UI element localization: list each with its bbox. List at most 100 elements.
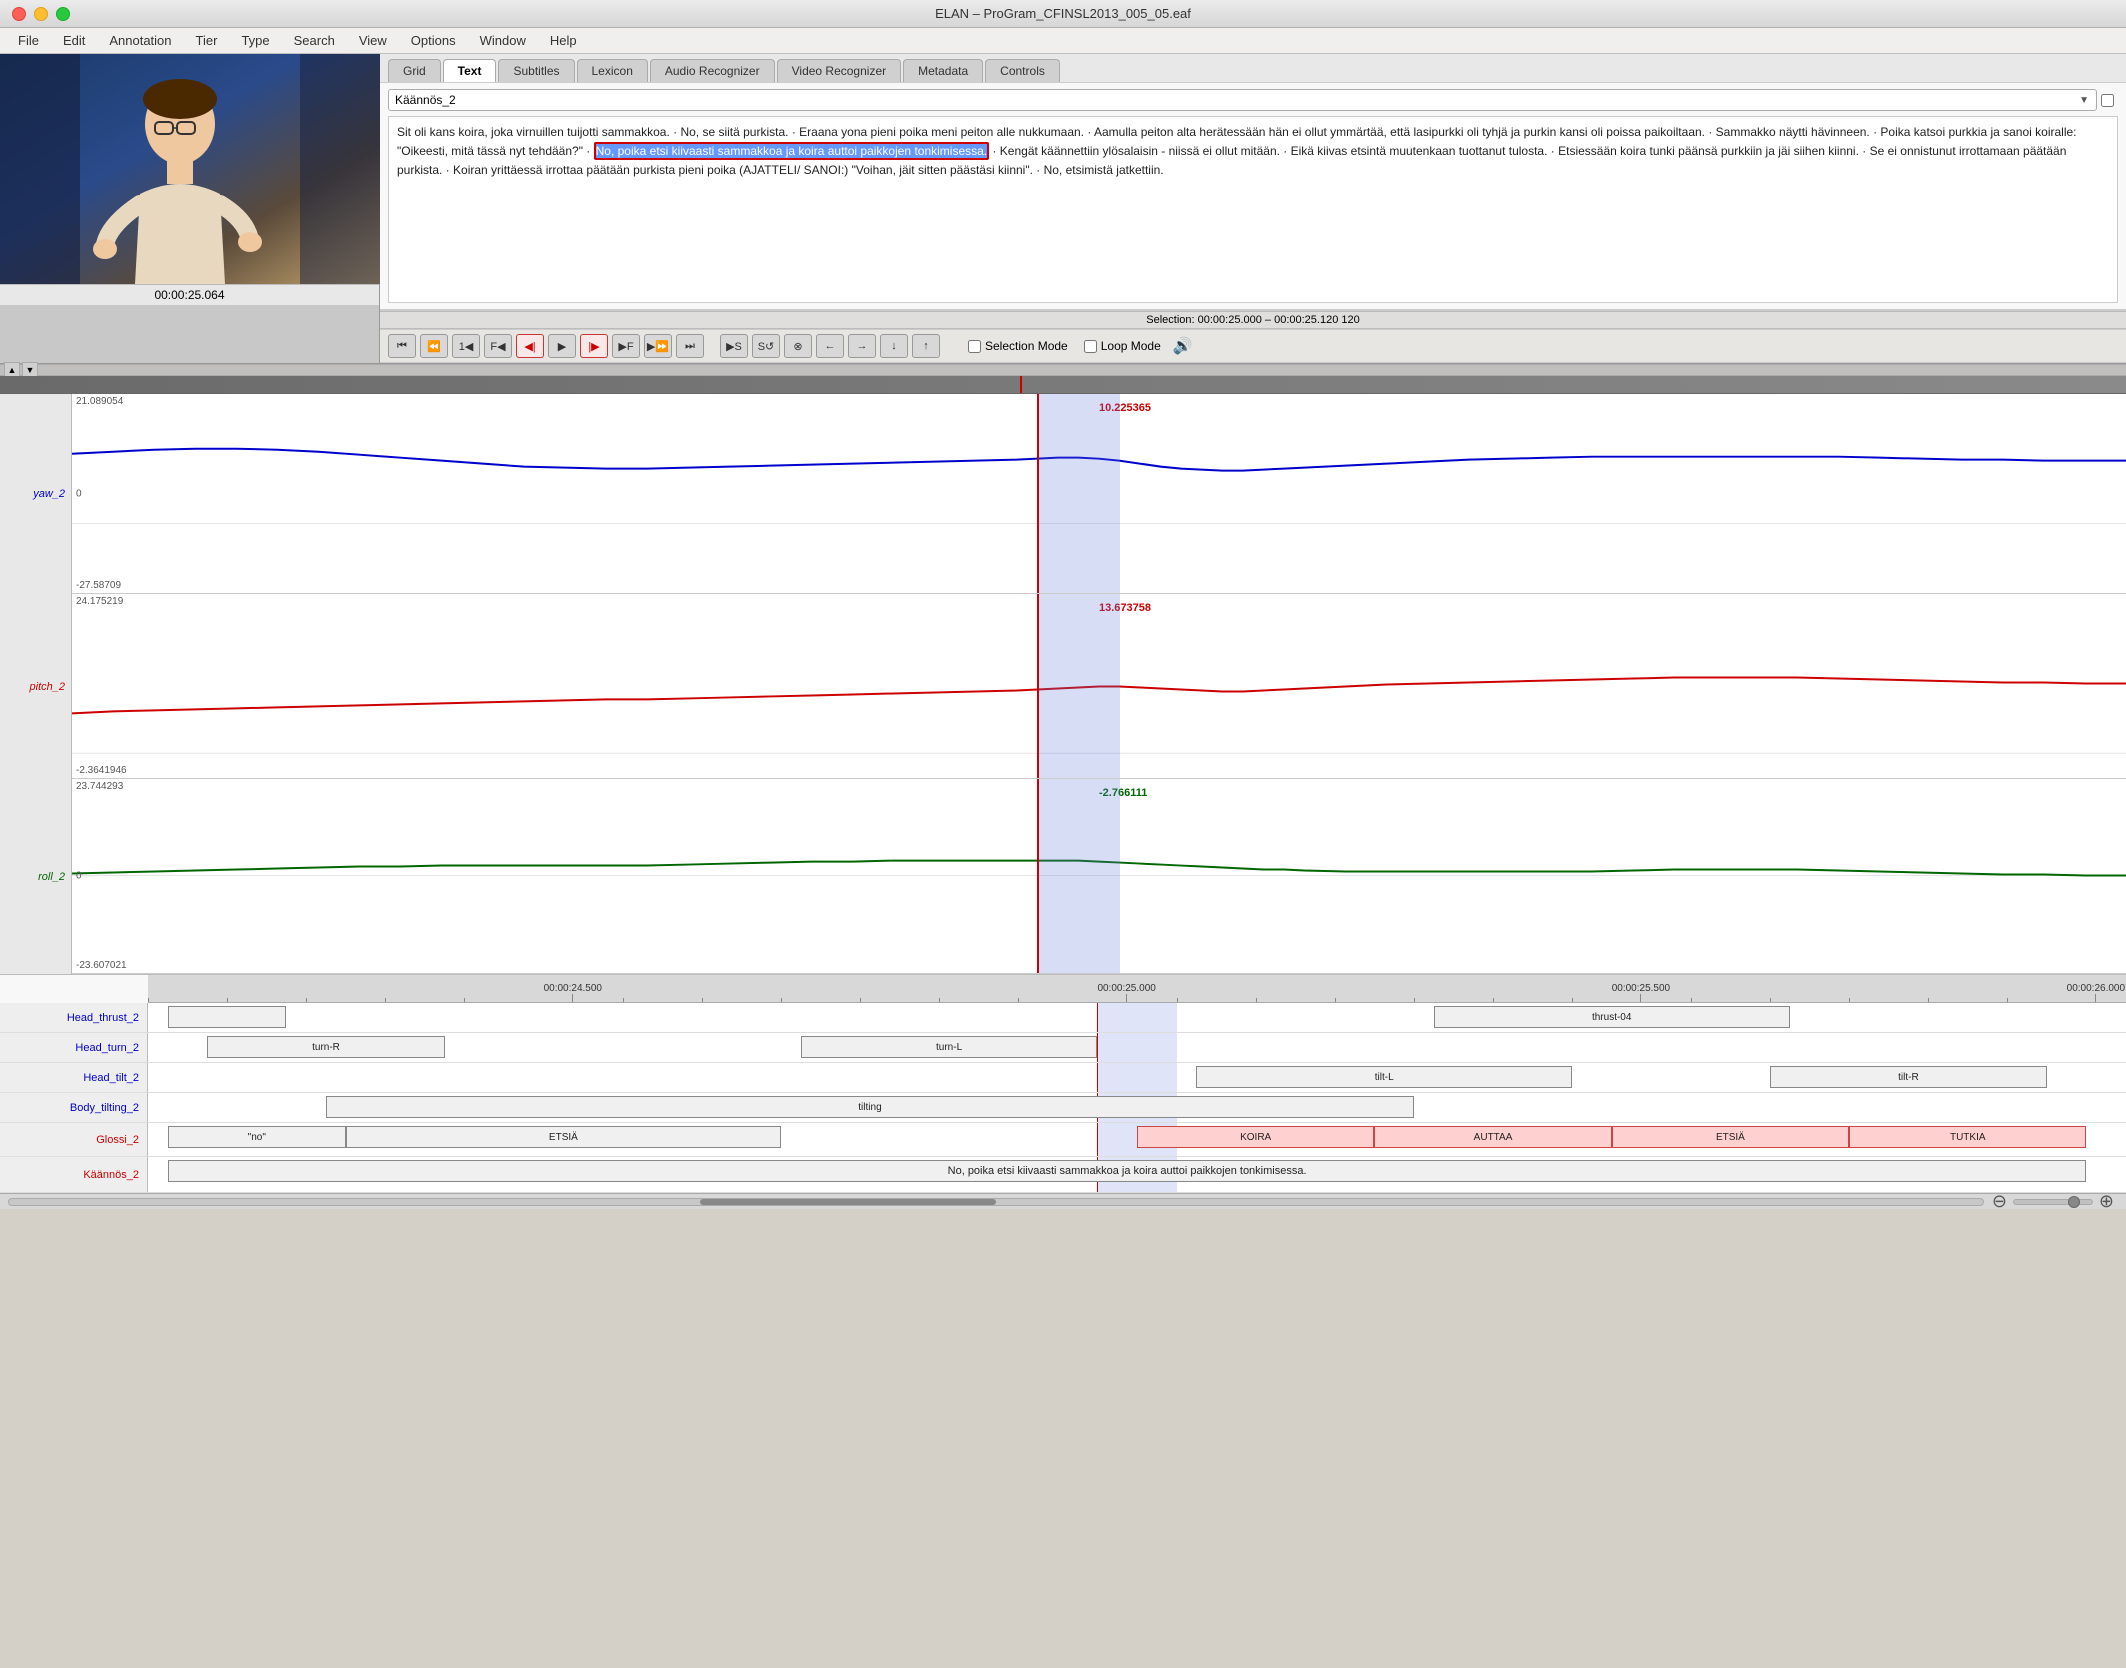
track-content-glossi: "no" ETSIÄ KOIRA AUTTAA ETSIÄ TUTKIA: [148, 1123, 2126, 1156]
menu-item-type[interactable]: Type: [231, 31, 279, 50]
goto-start-button[interactable]: ⏮: [388, 334, 416, 358]
track-label-kaannos: Käännös_2: [0, 1157, 148, 1192]
close-button[interactable]: [12, 7, 26, 21]
menu-item-view[interactable]: View: [349, 31, 397, 50]
track-head-tilt: Head_tilt_2 tilt-L tilt-R: [0, 1063, 2126, 1093]
menu-item-annotation[interactable]: Annotation: [99, 31, 181, 50]
tab-metadata[interactable]: Metadata: [903, 59, 983, 82]
loop-mode-checkbox[interactable]: [1084, 340, 1097, 353]
tick-small-5: [464, 998, 465, 1002]
segment-tilt-l[interactable]: tilt-L: [1196, 1066, 1572, 1088]
arrow-up-button[interactable]: ↑: [912, 334, 940, 358]
menu-item-edit[interactable]: Edit: [53, 31, 95, 50]
play-selection-button[interactable]: ▶S: [720, 334, 748, 358]
tick-small-15: [1414, 998, 1415, 1002]
zoom-slider-thumb[interactable]: [2068, 1196, 2080, 1208]
yaw-mid: 0: [76, 488, 82, 499]
segment-tilting[interactable]: tilting: [326, 1096, 1414, 1118]
segment-thrust-04[interactable]: thrust-04: [1434, 1006, 1790, 1028]
segment-head-thrust-1[interactable]: [168, 1006, 287, 1028]
zoom-slider-track[interactable]: [2013, 1199, 2093, 1205]
tab-lexicon[interactable]: Lexicon: [577, 59, 648, 82]
pitch-svg: [72, 594, 2126, 778]
zoom-out-icon[interactable]: ⊖: [1992, 1191, 2007, 1209]
scroll-thumb[interactable]: [700, 1199, 996, 1205]
play-selection-loop-button[interactable]: S↺: [752, 334, 780, 358]
tab-text[interactable]: Text: [443, 59, 497, 82]
tick-label-25000: 00:00:25.000: [1097, 983, 1155, 994]
transport-controls[interactable]: ⏮⏪1◀F◀◀|▶|▶▶F▶⏩⏭ ▶SS↺⊗←→↓↑ Selection Mode…: [380, 329, 2126, 363]
pitch-max: 24.175219: [76, 596, 123, 607]
loop-mode-label[interactable]: Loop Mode: [1084, 339, 1161, 353]
bottom-scrollbar[interactable]: ⊖ ⊕: [0, 1193, 2126, 1209]
timeline-ruler-top: [0, 376, 2126, 394]
tick-small-13: [1256, 998, 1257, 1002]
tier-dropdown[interactable]: Käännös_2Glossi_2Head_thrust_2Head_turn_…: [388, 89, 2097, 111]
menu-item-help[interactable]: Help: [540, 31, 587, 50]
arrow-left-button[interactable]: ←: [816, 334, 844, 358]
goto-end-button[interactable]: ⏭: [676, 334, 704, 358]
menu-item-file[interactable]: File: [8, 31, 49, 50]
tick-24500: 00:00:24.500: [544, 983, 602, 1002]
next-annotation-button[interactable]: ▶⏩: [644, 334, 672, 358]
selection-mode-label[interactable]: Selection Mode: [968, 339, 1068, 353]
segment-tutkia[interactable]: TUTKIA: [1849, 1126, 2086, 1148]
menu-item-options[interactable]: Options: [401, 31, 466, 50]
minimize-button[interactable]: [34, 7, 48, 21]
segment-kaannos-text[interactable]: No, poika etsi kiivaasti sammakkoa ja ko…: [168, 1160, 2087, 1182]
tab-video-recognizer[interactable]: Video Recognizer: [777, 59, 902, 82]
zoom-controls: ⊖ ⊕: [1992, 1191, 2114, 1209]
fwd-frame-button[interactable]: |▶: [580, 334, 608, 358]
maximize-button[interactable]: [56, 7, 70, 21]
scroll-track[interactable]: [8, 1198, 1984, 1206]
segment-etsia-2[interactable]: ETSIÄ: [1612, 1126, 1849, 1148]
timeline-ruler: 00:00:24.500 00:00:25.000 00:00:25.500: [148, 975, 2126, 1003]
prev-annotation-button[interactable]: ⏪: [420, 334, 448, 358]
track-head-thrust: Head_thrust_2 thrust-04: [0, 1003, 2126, 1033]
track-content-body-tilting: tilting: [148, 1093, 2126, 1122]
segment-auttaa[interactable]: AUTTAA: [1374, 1126, 1611, 1148]
step-fwd-button[interactable]: ▶F: [612, 334, 640, 358]
clear-selection-button[interactable]: ⊗: [784, 334, 812, 358]
tick-small-21: [1928, 998, 1929, 1002]
tab-controls[interactable]: Controls: [985, 59, 1060, 82]
play-button[interactable]: ▶: [548, 334, 576, 358]
segment-tilt-r[interactable]: tilt-R: [1770, 1066, 2047, 1088]
track-label-head-turn: Head_turn_2: [0, 1033, 148, 1062]
track-playhead-head-tilt: [1097, 1063, 1098, 1092]
tab-audio-recognizer[interactable]: Audio Recognizer: [650, 59, 775, 82]
segment-turn-r[interactable]: turn-R: [207, 1036, 444, 1058]
segment-turn-l[interactable]: turn-L: [801, 1036, 1098, 1058]
volume-icon[interactable]: 🔊: [1173, 336, 1193, 356]
track-content-head-tilt: tilt-L tilt-R: [148, 1063, 2126, 1092]
resize-handle[interactable]: ▲ ▼: [0, 364, 2126, 376]
segment-no[interactable]: "no": [168, 1126, 346, 1148]
zoom-in-icon[interactable]: ⊕: [2099, 1191, 2114, 1209]
yaw-label: yaw_2: [0, 394, 71, 594]
track-head-turn: Head_turn_2 turn-R turn-L: [0, 1033, 2126, 1063]
track-playhead-head-thrust: [1097, 1003, 1098, 1032]
menu-item-tier[interactable]: Tier: [186, 31, 228, 50]
yaw-svg: [72, 394, 2126, 593]
segment-etsia-1[interactable]: ETSIÄ: [346, 1126, 781, 1148]
tick-small-4: [385, 998, 386, 1002]
segment-koira[interactable]: KOIRA: [1137, 1126, 1374, 1148]
step-back-button[interactable]: 1◀: [452, 334, 480, 358]
tick-small-19: [1770, 998, 1771, 1002]
tab-grid[interactable]: Grid: [388, 59, 441, 82]
filter-checkbox[interactable]: [2101, 94, 2114, 107]
tick-label-26000: 00:00:26.000: [2067, 983, 2125, 994]
selection-mode-text: Selection Mode: [985, 339, 1068, 353]
arrow-right-button[interactable]: →: [848, 334, 876, 358]
menu-item-search[interactable]: Search: [284, 31, 345, 50]
track-playhead-glossi: [1097, 1123, 1098, 1156]
selection-mode-checkbox[interactable]: [968, 340, 981, 353]
charts-area: yaw_2 pitch_2 roll_2 21.089054 0 -27.587…: [0, 394, 2126, 974]
arrow-down-button[interactable]: ↓: [880, 334, 908, 358]
tab-subtitles[interactable]: Subtitles: [498, 59, 574, 82]
text-content-panel: Käännös_2Glossi_2Head_thrust_2Head_turn_…: [380, 83, 2126, 310]
back-frame-button[interactable]: ◀|: [516, 334, 544, 358]
loop-play-button[interactable]: F◀: [484, 334, 512, 358]
menu-item-window[interactable]: Window: [470, 31, 536, 50]
roll-chart: 23.744293 0 -23.607021 -2.766111: [72, 779, 2126, 974]
